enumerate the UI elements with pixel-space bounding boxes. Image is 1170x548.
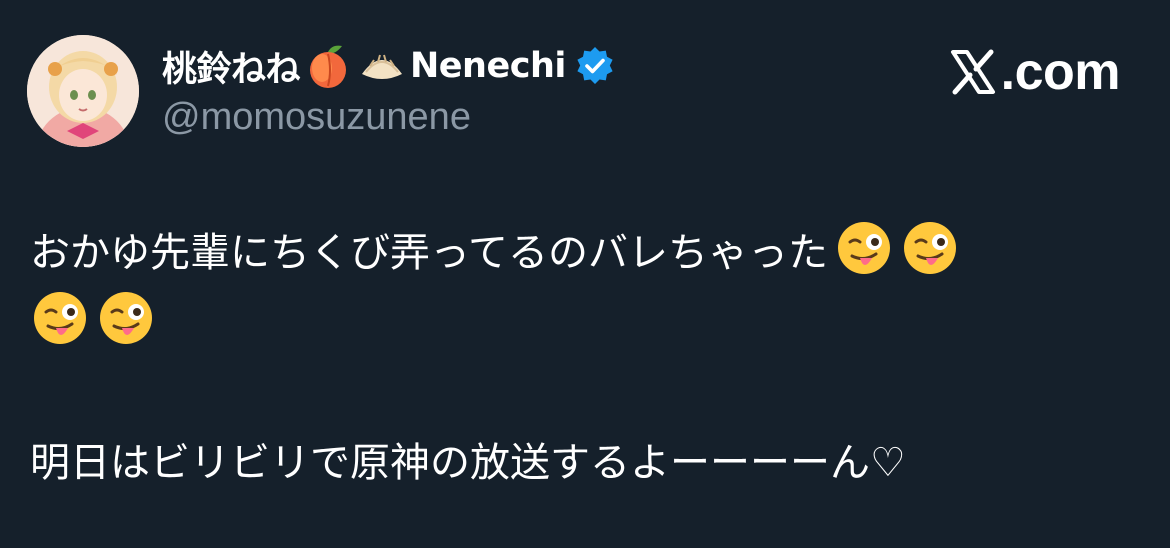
peach-icon [302, 40, 354, 92]
post-text-line-1-wrap [30, 288, 1140, 358]
winking-face-with-tongue-icon [30, 288, 90, 348]
x-logo-icon [949, 48, 997, 96]
avatar[interactable] [27, 35, 139, 147]
brand-watermark: .com [949, 42, 1121, 102]
winking-face-with-tongue-icon [900, 218, 960, 278]
post-text-line-1: おかゆ先輩にちくび弄ってるのバレちゃった [30, 218, 1140, 288]
author-name-row: 桃鈴ねね Nenechi [162, 40, 616, 92]
brand-text: .com [1000, 43, 1121, 101]
verified-badge-icon [574, 45, 616, 87]
post-text-line-1-text: おかゆ先輩にちくび弄ってるのバレちゃった [30, 230, 828, 276]
author-nickname[interactable]: Nenechi [410, 46, 566, 86]
winking-face-with-tongue-icon [96, 288, 156, 348]
dumpling-icon [356, 40, 408, 92]
post-text-line-2: 明日はビリビリで原神の放送するよーーーーん♡ [30, 440, 906, 486]
winking-face-with-tongue-icon [834, 218, 894, 278]
post-text: おかゆ先輩にちくび弄ってるのバレちゃった 明日はビリビリで原神の放送するよーーー… [30, 218, 1140, 498]
author-handle[interactable]: @momosuzunene [162, 96, 471, 139]
post-card: 桃鈴ねね Nenechi @momosuzunene .com おかゆ先輩にちく… [0, 0, 1170, 548]
author-display-name[interactable]: 桃鈴ねね [162, 41, 301, 92]
